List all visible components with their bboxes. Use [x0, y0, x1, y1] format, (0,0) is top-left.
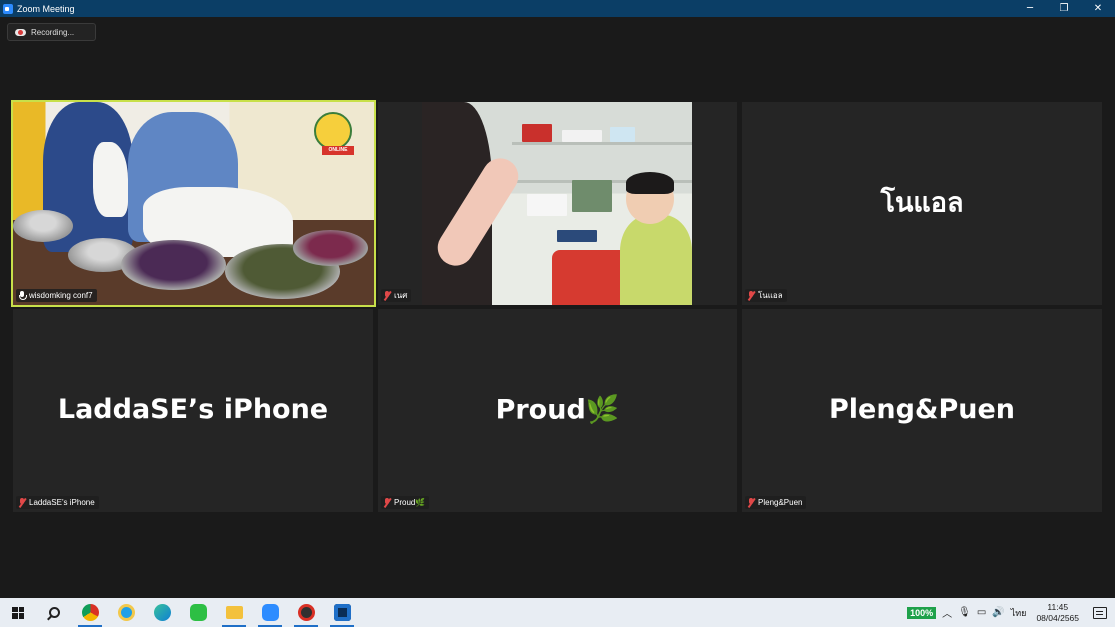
zoom-icon[interactable] [252, 598, 288, 627]
video-tile-noel[interactable]: โนแอล โนแอล [742, 102, 1102, 305]
participant-display-name: Pleng&Puen [829, 393, 1015, 425]
participant-name-label: Pleng&Puen [745, 496, 807, 509]
volume-icon[interactable]: 🔊 [992, 607, 1004, 618]
chrome-icon[interactable] [72, 598, 108, 627]
cloud-recording-icon [15, 28, 26, 36]
muted-microphone-icon [747, 498, 755, 507]
online-badge-text: ONLINE [322, 146, 354, 155]
participant-display-name: LaddaSE’s iPhone [57, 393, 329, 425]
participant-name-label: wisdomking conf7 [16, 289, 97, 302]
participant-name-label: LaddaSE’s iPhone [16, 496, 99, 509]
online-badge-logo [314, 112, 352, 150]
clock-time: 11:45 [1047, 601, 1069, 612]
internet-explorer-icon[interactable] [108, 598, 144, 627]
participant-name-label: โนแอล [745, 289, 787, 302]
participant-video [422, 102, 692, 305]
muted-microphone-icon [18, 498, 26, 507]
close-button[interactable]: ✕ [1081, 0, 1115, 17]
webex-icon[interactable] [324, 598, 360, 627]
video-tile-proud[interactable]: Proud🌿 Proud🌿 [378, 309, 737, 512]
video-tile-laddase[interactable]: LaddaSE’s iPhone LaddaSE’s iPhone [13, 309, 373, 512]
muted-microphone-icon [747, 291, 755, 300]
window-title: Zoom Meeting [17, 3, 75, 14]
microphone-icon [18, 291, 27, 300]
file-explorer-icon[interactable] [216, 598, 252, 627]
meeting-area: Recording... ONLINE wisdomking conf7 เนศ… [0, 17, 1115, 598]
title-bar: Zoom Meeting ─ ❐ ✕ [0, 0, 1115, 17]
line-icon[interactable] [180, 598, 216, 627]
participant-name-label: เนศ [381, 289, 412, 302]
participant-name-label: Proud🌿 [381, 496, 430, 509]
muted-microphone-icon [383, 498, 391, 507]
recording-indicator[interactable]: Recording... [7, 23, 96, 41]
screen-recorder-icon[interactable] [288, 598, 324, 627]
system-clock[interactable]: 11:45 08/04/2565 [1036, 602, 1079, 624]
notification-center-icon[interactable] [1093, 606, 1107, 619]
participant-display-name: โนแอล [880, 186, 964, 218]
language-indicator[interactable]: ไทย [1011, 606, 1027, 620]
participant-display-name: Proud🌿 [495, 393, 620, 425]
system-tray: 100% ︿ 🎙 ▭ 🔊 ไทย 11:45 08/04/2565 [907, 598, 1115, 627]
clock-date: 08/04/2565 [1036, 612, 1079, 623]
edge-icon[interactable] [144, 598, 180, 627]
zoom-app-icon [3, 3, 13, 14]
video-tile-nes[interactable]: เนศ [378, 102, 737, 305]
restore-button[interactable]: ❐ [1047, 0, 1081, 17]
network-icon[interactable]: ▭ [977, 607, 986, 618]
video-tile-wisdomking[interactable]: ONLINE wisdomking conf7 [11, 100, 376, 307]
windows-taskbar: 100% ︿ 🎙 ▭ 🔊 ไทย 11:45 08/04/2565 [0, 598, 1115, 627]
battery-indicator[interactable]: 100% [907, 606, 937, 619]
recording-label: Recording... [31, 27, 75, 37]
video-tile-pleng[interactable]: Pleng&Puen Pleng&Puen [742, 309, 1102, 512]
minimize-button[interactable]: ─ [1013, 0, 1047, 17]
microphone-icon[interactable]: 🎙 [958, 607, 971, 618]
show-hidden-icons-chevron-up-icon[interactable]: ︿ [942, 605, 952, 620]
muted-microphone-icon [383, 291, 391, 300]
windows-start-icon[interactable] [0, 598, 36, 627]
search-icon[interactable] [36, 598, 72, 627]
participant-video: ONLINE [13, 102, 374, 305]
